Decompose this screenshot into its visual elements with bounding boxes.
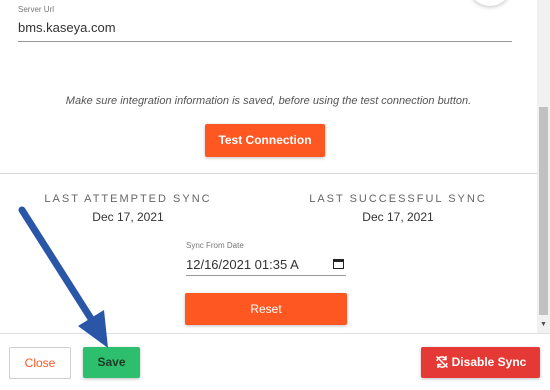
vertical-scrollbar[interactable]: ▼ (537, 0, 550, 333)
dialog-content: Server Url bms.kaseya.com Make sure inte… (0, 0, 537, 333)
sync-from-date-input[interactable]: 12/16/2021 01:35 A (186, 255, 346, 276)
server-url-field[interactable]: bms.kaseya.com (18, 20, 512, 42)
server-url-label: Server Url (18, 5, 55, 14)
disable-sync-label: Disable Sync (451, 355, 527, 369)
last-attempted-sync-label: LAST ATTEMPTED SYNC (44, 193, 212, 205)
last-successful-sync-label: LAST SUCCESSFUL SYNC (309, 193, 487, 205)
dialog-footer: Close Save Disable Sync (0, 333, 550, 390)
sync-from-date-value: 12/16/2021 01:35 A (186, 257, 299, 272)
last-attempted-sync-date: Dec 17, 2021 (92, 210, 164, 224)
disable-sync-button[interactable]: Disable Sync (421, 347, 540, 378)
scrollbar-thumb[interactable] (539, 107, 548, 315)
integration-notice: Make sure integration information is sav… (65, 95, 472, 107)
scroll-down-arrow-icon[interactable]: ▼ (537, 320, 550, 330)
calendar-icon[interactable] (333, 258, 344, 269)
sync-disabled-icon (435, 355, 448, 369)
reset-button[interactable]: Reset (185, 293, 347, 325)
test-connection-button[interactable]: Test Connection (205, 124, 325, 157)
integration-dialog: Server Url bms.kaseya.com Make sure inte… (0, 0, 550, 390)
sync-from-date-label: Sync From Date (186, 241, 244, 250)
floating-button-edge[interactable] (470, 0, 510, 6)
section-divider (0, 173, 537, 174)
last-successful-sync-date: Dec 17, 2021 (362, 210, 434, 224)
close-button[interactable]: Close (9, 347, 71, 379)
save-button[interactable]: Save (83, 347, 140, 378)
